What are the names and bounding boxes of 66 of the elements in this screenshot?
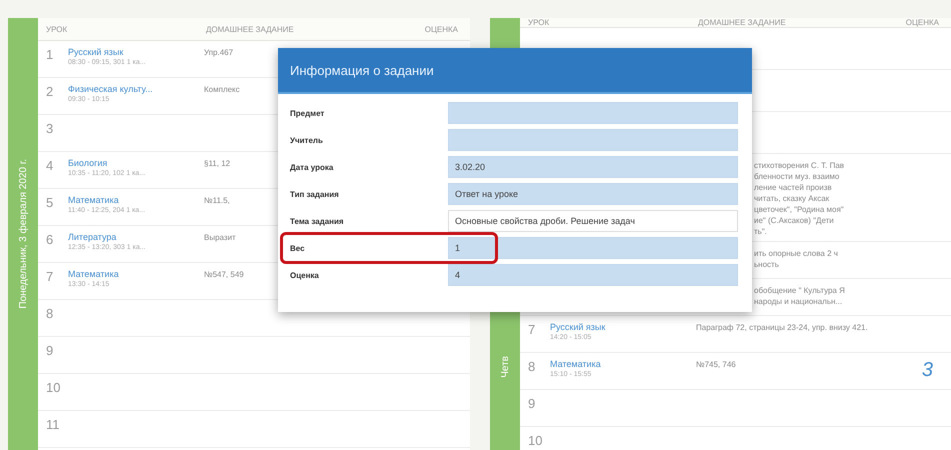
day-label: Понедельник, 3 февраля 2020 г.: [18, 159, 28, 309]
input-field[interactable]: [448, 129, 738, 151]
grade-mark[interactable]: 3: [922, 353, 951, 382]
input-field[interactable]: 1: [448, 237, 738, 259]
column-header: УРОК: [45, 24, 68, 34]
homework-text: Параграф 72, страницы 23-24, упр. внизу 421.: [696, 322, 868, 333]
lesson-number: 5: [46, 195, 54, 210]
subject-link[interactable]: Математика: [68, 195, 146, 205]
homework-text: читать, сказку Аксак: [754, 193, 830, 204]
homework-text: ить опорные слова 2 ч: [754, 248, 838, 259]
homework-text: народы и национальн...: [754, 296, 842, 307]
subject-link[interactable]: Биология: [68, 158, 146, 168]
field-label: Предмет: [290, 108, 326, 118]
homework-text: обобщение " Культура Я: [754, 285, 845, 296]
input-field[interactable]: Основные свойства дроби. Решение задач: [448, 210, 738, 232]
column-header: УРОК: [527, 18, 550, 27]
lesson-number: 2: [46, 84, 54, 99]
homework-text: Комплекс: [204, 84, 240, 95]
subject-link[interactable]: Математика: [68, 269, 119, 279]
homework-text: стихотворения С. Т. Пав: [754, 160, 844, 171]
lesson-number: 8: [46, 306, 54, 321]
subject-link[interactable]: Физическая культу...: [68, 84, 153, 94]
column-header: ДОМАШНЕЕ ЗАДАНИЕ: [205, 24, 294, 34]
lesson-number: 9: [528, 396, 536, 411]
lesson-number: 9: [46, 343, 54, 358]
lesson-number: 10: [46, 380, 60, 395]
homework-text: ть".: [754, 226, 767, 237]
input-field[interactable]: 4: [448, 264, 738, 286]
lesson-number: 7: [528, 322, 536, 337]
subject-link[interactable]: Русский язык: [550, 322, 606, 332]
homework-text: Выразит: [204, 232, 236, 243]
dialog-title: Информация о задании: [290, 62, 434, 78]
homework-text: §11, 12: [204, 158, 230, 169]
column-header: ОЦЕНКА: [424, 24, 458, 34]
lesson-number: 7: [46, 269, 54, 284]
homework-text: №547, 549: [204, 269, 244, 280]
lesson-number: 8: [528, 359, 536, 374]
homework-text: №11.5,: [204, 195, 230, 206]
field-label: Учитель: [290, 136, 324, 144]
input-field[interactable]: 3.02.20: [448, 156, 738, 178]
input-field[interactable]: [448, 102, 738, 124]
lesson-number: 4: [46, 158, 54, 173]
column-header: ОЦЕНКА: [904, 18, 939, 27]
lesson-number: 6: [46, 232, 54, 247]
subject-link[interactable]: Литература: [68, 232, 146, 242]
field-label: Вес: [290, 244, 306, 252]
field-label: Оценка: [290, 270, 320, 280]
homework-text: Упр.467: [204, 47, 234, 58]
column-header: ДОМАШНЕЕ ЗАДАНИЕ: [697, 18, 786, 27]
input-field[interactable]: Ответ на уроке: [448, 183, 738, 205]
homework-text: №745, 746: [696, 359, 736, 370]
field-label: Тип задания: [290, 190, 340, 198]
subject-link[interactable]: Русский язык: [68, 47, 146, 57]
homework-text: цветочек", "Родина моя": [754, 204, 844, 215]
homework-text: бленности муз. взаимо: [754, 171, 840, 182]
field-label: Дата урока: [290, 162, 334, 172]
homework-text: ление частей произв: [754, 182, 832, 193]
day-label: Четв: [500, 356, 510, 378]
lesson-number: 1: [46, 47, 54, 62]
homework-text: ие" (С.Аксаков) "Дети: [754, 215, 834, 226]
lesson-number: 3: [46, 121, 54, 136]
lesson-number: 10: [528, 433, 542, 448]
homework-text: ьность: [754, 259, 779, 270]
subject-link[interactable]: Математика: [550, 359, 601, 369]
lesson-number: 11: [46, 417, 60, 432]
field-label: Тема задания: [290, 216, 345, 226]
